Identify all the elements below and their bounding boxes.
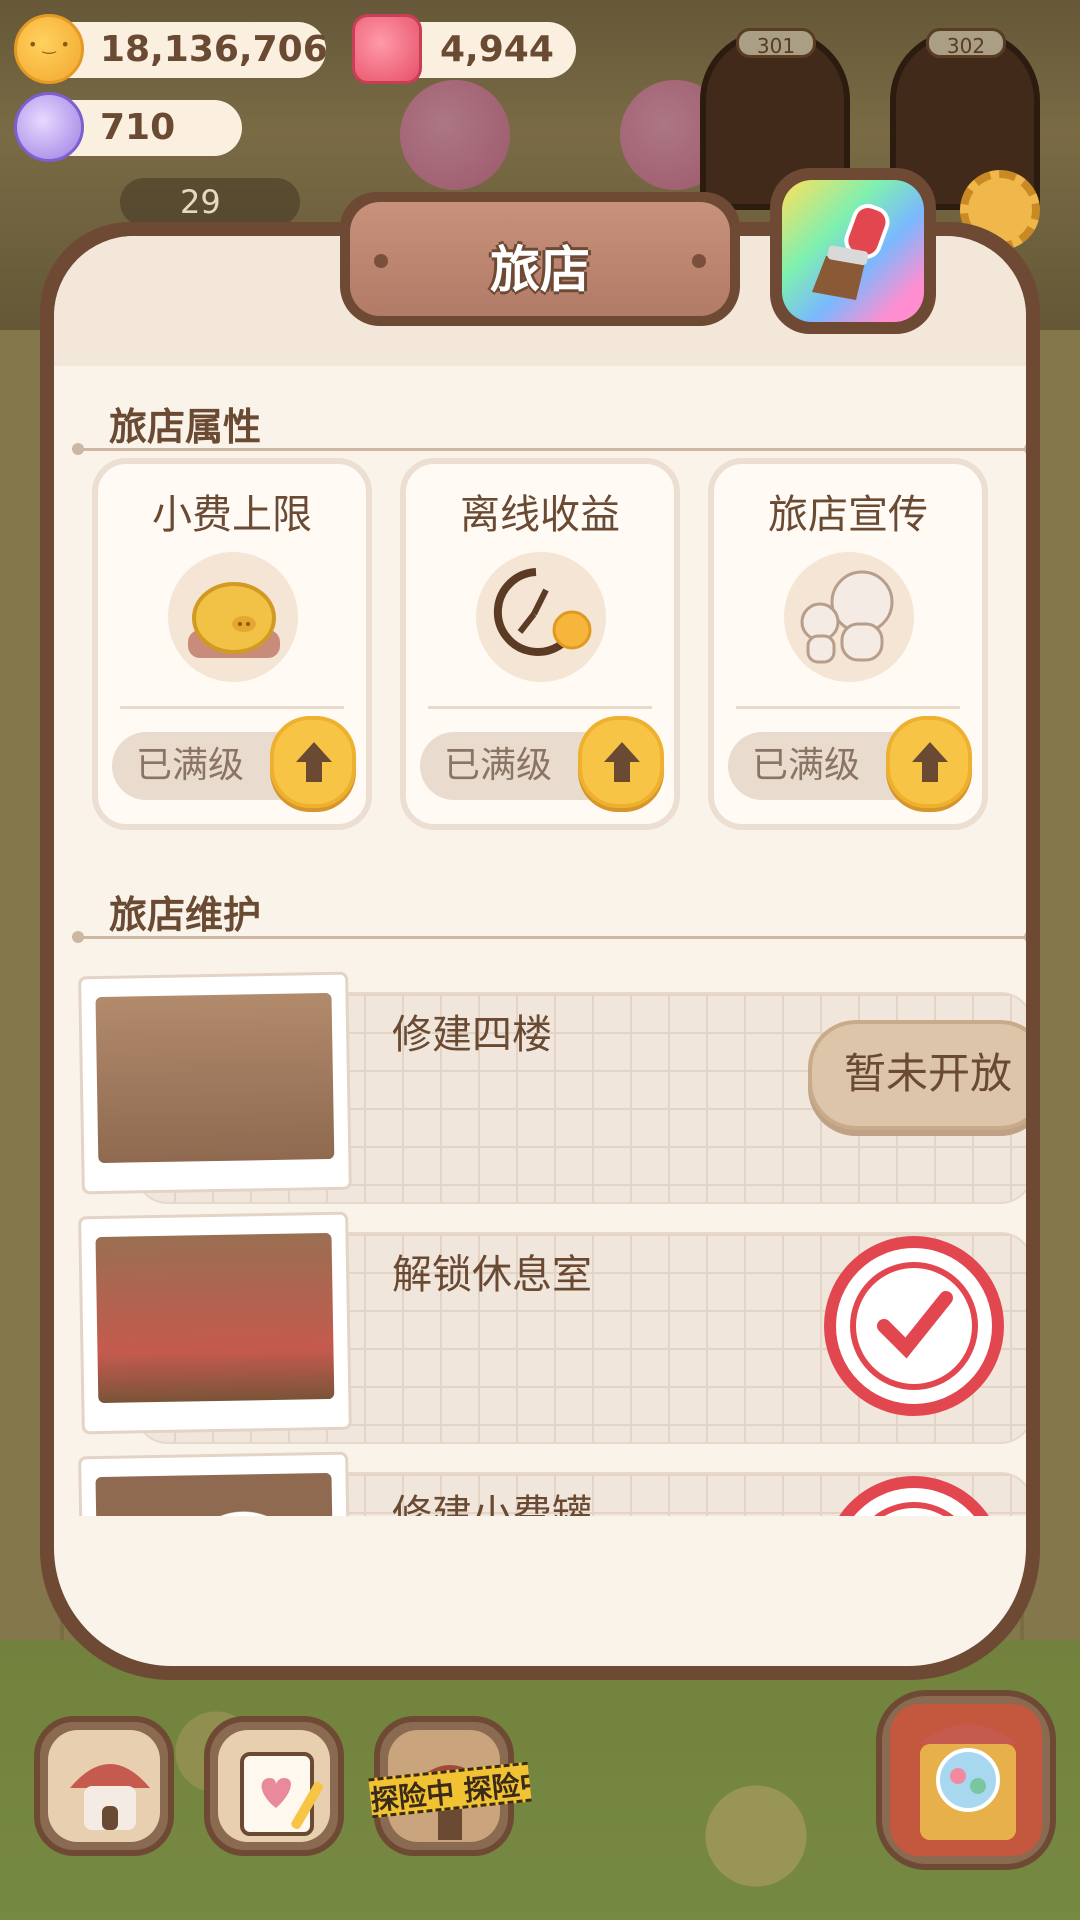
explore-nav-button[interactable]: 探险中 探险中	[368, 1716, 532, 1856]
diary-nav-button[interactable]	[204, 1716, 344, 1856]
attributes-section-title: 旅店属性	[109, 405, 262, 449]
card-divider	[736, 706, 960, 709]
section-divider	[72, 443, 1026, 455]
arrow-up-icon	[296, 742, 332, 782]
clock-cookie-icon	[476, 552, 606, 682]
attribute-label: 旅店宣传	[768, 492, 928, 538]
attribute-card-offline-income: 离线收益 已满级	[400, 458, 680, 830]
staff-count: 29	[180, 183, 221, 221]
paint-brush-icon	[812, 203, 890, 300]
attribute-card-tip-limit: 小费上限 已满级	[92, 458, 372, 830]
attribute-card-promotion: 旅店宣传 已满级	[708, 458, 988, 830]
cookie-currency-icon	[14, 14, 84, 84]
completed-stamp-icon	[824, 1236, 1004, 1416]
upgrade-button[interactable]	[270, 716, 356, 808]
not-open-button[interactable]: 暂未开放	[808, 1020, 1026, 1130]
diamond-count: 710	[100, 107, 176, 148]
page-title: 旅店	[490, 241, 590, 299]
maintenance-label: 解锁休息室	[392, 1252, 592, 1298]
cookie-count: 18,136,706	[100, 29, 328, 70]
diamond-currency-icon	[14, 92, 84, 162]
gem-currency-icon	[352, 14, 422, 84]
list-item-build-fourth-floor: 修建四楼 暂未开放	[74, 971, 1026, 1204]
decorate-button[interactable]	[770, 168, 936, 334]
section-divider	[72, 931, 1026, 943]
gacha-nav-button[interactable]	[876, 1690, 1056, 1870]
maintenance-label: 修建四楼	[392, 1012, 552, 1058]
mascot-pair-icon	[784, 552, 914, 682]
arrow-up-icon	[912, 742, 948, 782]
gacha-icon	[920, 1724, 1016, 1840]
maintenance-label: 修建小费罐	[392, 1492, 592, 1516]
upgrade-button[interactable]	[578, 716, 664, 808]
attribute-label: 离线收益	[460, 492, 620, 538]
piggy-bank-icon	[168, 552, 298, 682]
attribute-label: 小费上限	[152, 492, 312, 538]
hotel-panel: 旅店属性 小费上限 已满级 离线收益 已满级 旅店宣传 已满级 旅店维护 修建四…	[40, 222, 1040, 1680]
panel-title-plate: 旅店	[340, 192, 740, 326]
hotel-nav-button[interactable]	[34, 1716, 174, 1856]
upgrade-button[interactable]	[886, 716, 972, 808]
hotel-icon	[70, 1764, 150, 1830]
staff-counter[interactable]: 29	[120, 178, 300, 226]
fourth-floor-thumbnail	[78, 971, 352, 1195]
gem-count: 4,944	[440, 29, 554, 70]
tip-jar-thumbnail	[78, 1451, 352, 1516]
list-item-build-tip-jar: 修建小费罐	[74, 1451, 1026, 1516]
arrow-up-icon	[604, 742, 640, 782]
lounge-thumbnail	[78, 1211, 352, 1435]
list-item-unlock-lounge: 解锁休息室	[74, 1211, 1026, 1444]
diary-icon	[240, 1752, 323, 1836]
card-divider	[428, 706, 652, 709]
card-divider	[120, 706, 344, 709]
hotel-panel-body: 旅店属性 小费上限 已满级 离线收益 已满级 旅店宣传 已满级 旅店维护 修建四…	[54, 236, 1026, 1666]
maintenance-section-title: 旅店维护	[109, 893, 262, 937]
maintenance-list[interactable]: 修建四楼 暂未开放 解锁休息室 修建小费罐	[54, 956, 1026, 1516]
